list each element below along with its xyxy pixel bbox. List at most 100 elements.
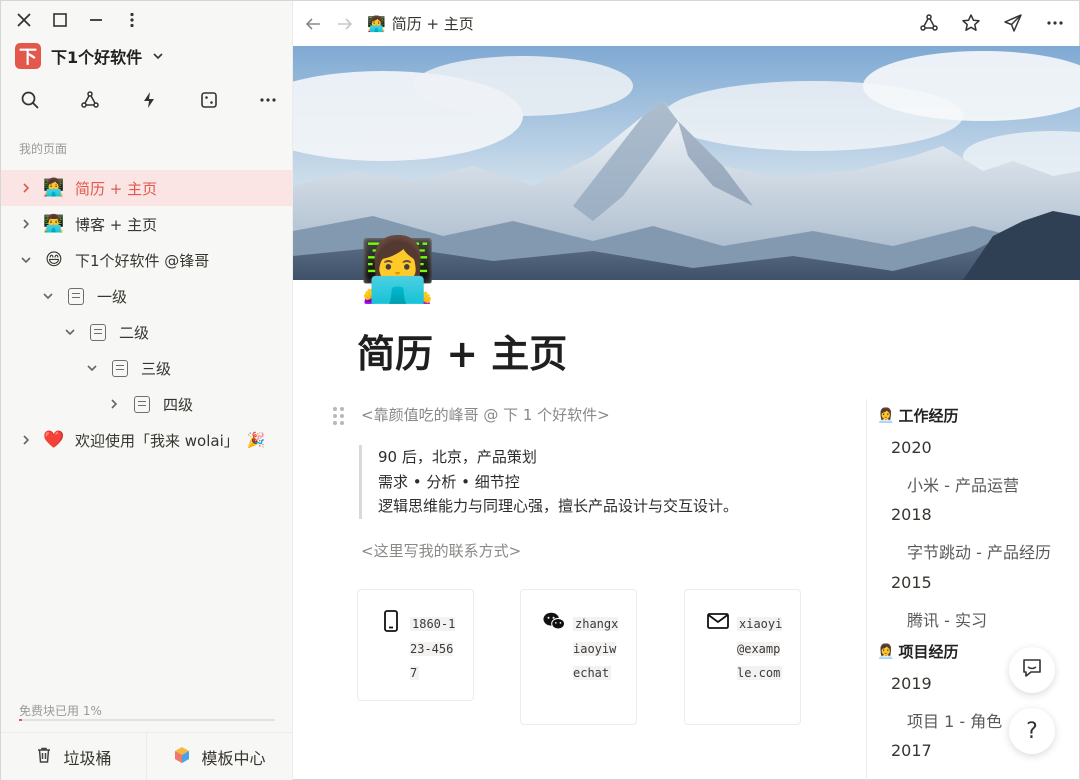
toc-heading-label: 工作经历 [898,407,959,425]
sidebar-item-level-2[interactable]: 二级 [1,314,292,350]
maximize-icon[interactable] [51,11,69,29]
sidebar-item-welcome[interactable]: ❤️ 欢迎使用「我来 wolai」 🎉 [1,422,292,458]
window-controls [15,11,141,29]
toc-item[interactable]: 项目 2 - 角色 [907,775,1002,780]
usage-label: 免费块已用 1% [19,704,102,718]
mail-icon [707,610,729,632]
sidebar-toolbar [19,89,279,111]
lightning-icon[interactable] [138,89,160,111]
page-title[interactable]: 简历 + 主页 [357,323,567,378]
sidebar-item-label: 欢迎使用「我来 wolai」 [75,431,239,450]
quote-line: 90 后，北京，产品策划 [378,448,537,466]
graph-icon[interactable] [918,12,940,34]
toc-item[interactable]: 2017 [891,741,932,760]
phone-icon [380,610,402,632]
minimize-icon[interactable] [87,11,105,29]
page-emoji-icon[interactable]: 👩‍💻 [359,239,436,301]
sidebar-item-level-4[interactable]: 四级 [1,386,292,422]
chat-icon [1021,657,1043,683]
sidebar-item-level-3[interactable]: 三级 [1,350,292,386]
chevron-down-icon[interactable] [63,325,77,339]
template-center-button[interactable]: 模板中心 [147,733,292,780]
subtitle-text[interactable]: <靠颜值吃的峰哥 @ 下 1 个好软件> [361,404,610,425]
search-icon[interactable] [19,89,41,111]
feedback-button[interactable] [1009,647,1055,693]
workspace-logo: 下 [15,43,41,69]
page-icon [65,285,87,307]
app-window: 下 下1个好软件 我的页面 [0,0,1080,780]
contact-card-wechat[interactable]: zhangxiaoyiwechat [520,589,637,725]
sidebar-footer: 垃圾桶 模板中心 [1,732,292,780]
star-icon[interactable] [960,12,982,34]
sidebar-item-label: 下1个好软件 @锋哥 [75,251,210,270]
trash-button[interactable]: 垃圾桶 [1,733,147,780]
section-label: 我的页面 [19,142,68,156]
sidebar-item-blog[interactable]: 👨‍💻 博客 + 主页 [1,206,292,242]
chevron-down-icon[interactable] [41,289,55,303]
sidebar-item-workspace-page[interactable]: 😄 下1个好软件 @锋哥 [1,242,292,278]
toc-heading-projects[interactable]: 👩‍💼 项目经历 [877,641,958,662]
page-icon [131,393,153,415]
contact-card-mail[interactable]: xiaoyi@example.com [684,589,801,725]
sidebar-item-label: 三级 [141,359,172,378]
toc-item[interactable]: 2015 [891,573,932,592]
quote-line: 逻辑思维能力与同理心强，擅长产品设计与交互设计。 [378,497,739,515]
chevron-right-icon[interactable] [19,181,33,195]
sidebar-item-level-1[interactable]: 一级 [1,278,292,314]
heart-icon: ❤️ [43,430,65,450]
help-button[interactable]: ? [1009,708,1055,754]
toc-item[interactable]: 2020 [891,438,932,457]
forward-arrow-icon[interactable] [335,14,355,34]
woman-technologist-icon: 👩‍💻 [43,178,65,198]
workspace-switcher[interactable]: 下 下1个好软件 [15,43,164,69]
toc-item[interactable]: 2018 [891,505,932,524]
intro-quote[interactable]: 90 后，北京，产品策划 需求 • 分析 • 细节控 逻辑思维能力与同理心强，擅… [359,445,829,519]
back-arrow-icon[interactable] [303,14,323,34]
grinning-face-icon: 😄 [45,250,63,270]
toc-heading-work[interactable]: 👩‍💼 工作经历 [877,405,958,426]
more-vertical-icon[interactable] [123,11,141,29]
breadcrumb-title: 简历 + 主页 [391,15,474,33]
wechat-icon [543,610,565,632]
template-cube-icon [173,746,191,768]
page-actions [918,12,1066,34]
close-icon[interactable] [15,11,33,29]
chevron-right-icon[interactable] [19,217,33,231]
contact-card-phone[interactable]: 1860-123-4567 [357,589,474,701]
chevron-right-icon[interactable] [19,433,33,447]
usage-bar [19,719,275,721]
toc-item[interactable]: 项目 1 - 角色 [907,708,1002,732]
page-tree: 👩‍💻 简历 + 主页 👨‍💻 博客 + 主页 😄 下1个好软件 @锋哥 一级 [1,170,292,458]
sidebar-item-label: 博客 + 主页 [75,215,158,234]
toc-item[interactable]: 腾讯 - 实习 [907,607,987,631]
woman-office-worker-icon: 👩‍💼 [877,407,895,424]
man-technologist-icon: 👨‍💻 [43,214,65,234]
workspace-name: 下1个好软件 [51,48,143,67]
sidebar-item-label: 四级 [163,395,194,414]
template-center-label: 模板中心 [201,749,266,768]
toc-item[interactable]: 字节跳动 - 产品经历 [907,539,1051,563]
send-icon[interactable] [1002,12,1024,34]
toc-item[interactable]: 2019 [891,674,932,693]
chevron-down-icon[interactable] [19,253,33,267]
more-horizontal-icon[interactable] [257,89,279,111]
toc-item[interactable]: 小米 - 产品运营 [907,472,1019,496]
chevron-right-icon[interactable] [107,397,121,411]
page-icon [87,321,109,343]
page-icon [109,357,131,379]
sidebar-item-resume[interactable]: 👩‍💻 简历 + 主页 [1,170,292,206]
dice-icon[interactable] [198,89,220,111]
usage-bar-fill [19,719,22,721]
sidebar-item-label: 一级 [97,287,128,306]
sidebar: 下 下1个好软件 我的页面 [1,1,293,780]
drag-handle-icon[interactable] [333,407,347,425]
woman-office-worker-icon: 👩‍💼 [877,643,895,660]
graph-icon[interactable] [79,89,101,111]
contact-value: 1860-123-4567 [410,617,456,680]
more-horizontal-icon[interactable] [1044,12,1066,34]
trash-label: 垃圾桶 [63,749,112,768]
contact-placeholder[interactable]: <这里写我的联系方式> [361,540,521,561]
breadcrumb[interactable]: 👩‍💻 简历 + 主页 [367,13,474,34]
chevron-down-icon[interactable] [85,361,99,375]
contact-value: zhangxiaoyiwechat [573,617,619,680]
